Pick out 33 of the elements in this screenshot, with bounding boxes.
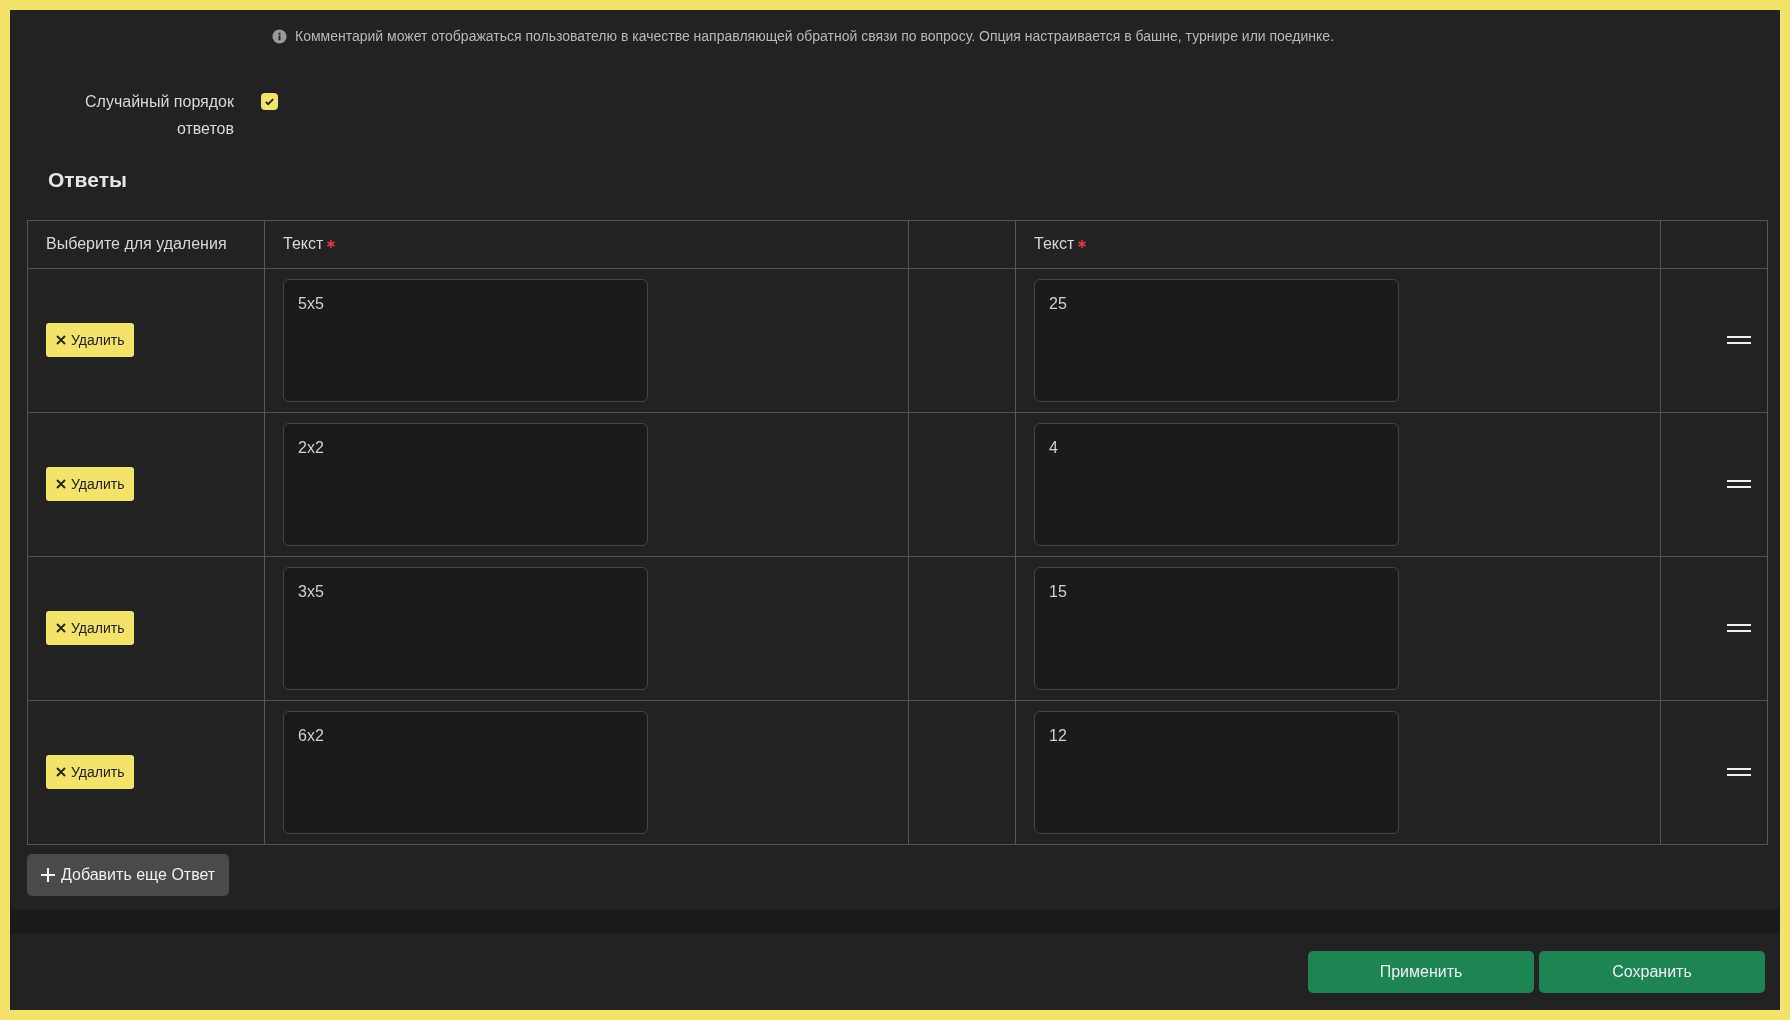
- text-area[interactable]: 25: [1034, 278, 1399, 402]
- close-icon: [56, 623, 66, 633]
- checkbox[interactable]: [261, 93, 278, 110]
- text-area[interactable]: 5x5: [283, 278, 648, 402]
- section-title: Ответы: [48, 167, 128, 193]
- footer-button[interactable]: Сохранить: [1539, 950, 1765, 993]
- drag-handle-icon[interactable]: [1727, 335, 1751, 345]
- text-area[interactable]: 2x2: [283, 422, 648, 546]
- close-icon: [56, 479, 66, 489]
- delete-button[interactable]: Удалить: [46, 323, 135, 357]
- plus-icon: [41, 867, 55, 882]
- close-icon: [56, 767, 66, 777]
- column-header: Текст: [1034, 234, 1075, 254]
- text-area[interactable]: 4: [1034, 422, 1399, 546]
- checkbox-label: Случайный порядок ответов: [84, 92, 234, 139]
- text-area[interactable]: 15: [1034, 566, 1399, 690]
- text-area[interactable]: 12: [1034, 710, 1399, 834]
- drag-handle-icon[interactable]: [1727, 623, 1751, 633]
- text-area[interactable]: 3x5: [283, 566, 648, 690]
- info-icon: [272, 28, 287, 44]
- delete-button[interactable]: Удалить: [46, 467, 135, 501]
- close-icon: [56, 335, 66, 345]
- drag-handle-icon[interactable]: [1727, 767, 1751, 777]
- text-area[interactable]: 6x2: [283, 710, 648, 834]
- delete-button[interactable]: Удалить: [46, 611, 135, 645]
- hint-text: Комментарий может отображаться пользователю в качестве направляющей обратной связи по вопросу. Опция настраивается в башне, турнире или поединке.: [295, 26, 1335, 46]
- delete-button[interactable]: Удалить: [46, 755, 135, 789]
- column-header: Текст: [283, 234, 324, 254]
- footer-button[interactable]: Применить: [1308, 950, 1534, 993]
- drag-handle-icon[interactable]: [1727, 479, 1751, 489]
- add-answer-button[interactable]: Добавить еще Ответ: [27, 853, 230, 896]
- column-header: Выберите для удаления: [46, 234, 227, 254]
- checkmark-icon: [264, 96, 275, 107]
